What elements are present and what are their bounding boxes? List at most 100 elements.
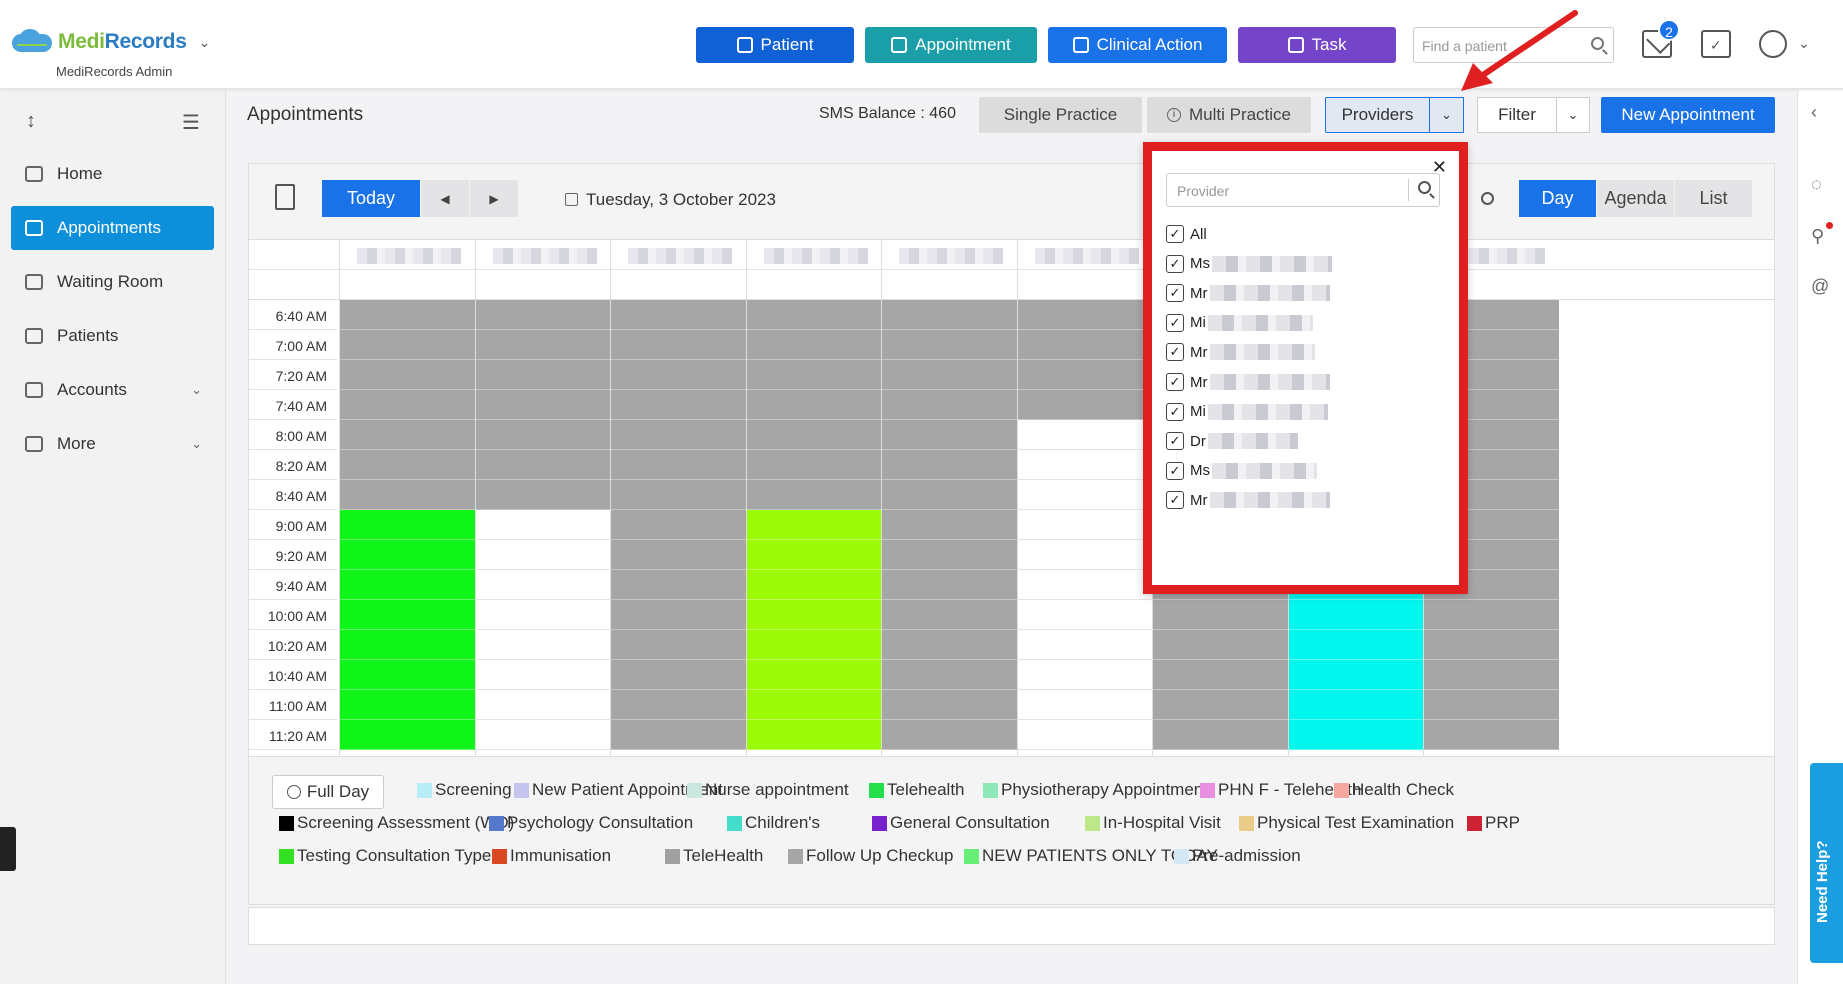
time-slot[interactable] — [475, 480, 610, 510]
time-slot[interactable] — [882, 420, 1017, 450]
time-slot[interactable] — [882, 690, 1017, 720]
time-slot[interactable] — [340, 420, 475, 450]
provider-option[interactable]: ✓ Mr — [1166, 341, 1315, 363]
time-slot[interactable] — [340, 630, 475, 660]
time-slot[interactable] — [1424, 720, 1559, 750]
time-slot[interactable] — [340, 540, 475, 570]
checkbox-checked-icon[interactable]: ✓ — [1166, 284, 1184, 303]
time-slot[interactable] — [882, 540, 1017, 570]
time-slot[interactable] — [746, 300, 881, 330]
time-slot[interactable] — [1153, 690, 1288, 720]
time-slot[interactable] — [882, 570, 1017, 600]
clinical-action-button[interactable]: Clinical Action — [1048, 27, 1227, 63]
provider-option[interactable]: ✓ Ms — [1166, 460, 1317, 482]
sidebar-item-patients[interactable]: Patients — [11, 314, 214, 358]
time-slot[interactable] — [882, 300, 1017, 330]
time-slot[interactable] — [611, 420, 746, 450]
time-slot[interactable] — [746, 510, 881, 540]
time-slot[interactable] — [611, 570, 746, 600]
time-slot[interactable] — [746, 360, 881, 390]
time-slot[interactable] — [746, 630, 881, 660]
side-tab[interactable] — [0, 827, 16, 871]
chevron-down-icon[interactable]: ⌄ — [1798, 35, 1810, 52]
time-slot[interactable] — [882, 510, 1017, 540]
time-slot[interactable] — [1153, 600, 1288, 630]
time-slot[interactable] — [475, 540, 610, 570]
provider-column[interactable] — [610, 300, 746, 756]
time-slot[interactable] — [882, 450, 1017, 480]
time-slot[interactable] — [611, 330, 746, 360]
time-slot[interactable] — [1017, 540, 1152, 570]
time-slot[interactable] — [1017, 720, 1152, 750]
time-slot[interactable] — [340, 330, 475, 360]
time-slot[interactable] — [340, 660, 475, 690]
time-slot[interactable] — [1017, 390, 1152, 420]
time-slot[interactable] — [611, 630, 746, 660]
provider-column[interactable] — [881, 300, 1017, 756]
checkbox-checked-icon[interactable]: ✓ — [1166, 461, 1184, 480]
tab-list[interactable]: List — [1675, 180, 1752, 217]
time-slot[interactable] — [1017, 570, 1152, 600]
time-slot[interactable] — [340, 600, 475, 630]
time-slot[interactable] — [1017, 300, 1152, 330]
time-slot[interactable] — [475, 450, 610, 480]
time-slot[interactable] — [1153, 660, 1288, 690]
sidebar-item-appointments[interactable]: Appointments — [11, 206, 214, 250]
checkbox-checked-icon[interactable]: ✓ — [1166, 402, 1184, 421]
sidebar-item-waiting-room[interactable]: Waiting Room — [11, 260, 214, 304]
at-sign-icon[interactable]: @ — [1811, 276, 1831, 296]
time-slot[interactable] — [611, 540, 746, 570]
time-slot[interactable] — [611, 510, 746, 540]
provider-column[interactable] — [474, 300, 610, 756]
time-slot[interactable] — [1017, 510, 1152, 540]
sidebar-item-more[interactable]: More ⌄ — [11, 422, 214, 466]
time-slot[interactable] — [746, 390, 881, 420]
time-slot[interactable] — [611, 390, 746, 420]
app-logo[interactable]: MediRecords ⌄ — [12, 29, 211, 54]
time-slot[interactable] — [1424, 600, 1559, 630]
user-avatar-icon[interactable] — [1759, 30, 1787, 58]
time-slot[interactable] — [746, 570, 881, 600]
time-slot[interactable] — [340, 390, 475, 420]
current-date[interactable]: Tuesday, 3 October 2023 — [565, 190, 776, 210]
provider-column[interactable] — [745, 300, 881, 756]
single-practice-button[interactable]: Single Practice — [979, 97, 1142, 133]
time-slot[interactable] — [340, 720, 475, 750]
search-icon[interactable] — [1472, 180, 1504, 217]
full-day-button[interactable]: Full Day — [272, 775, 384, 809]
time-slot[interactable] — [1288, 690, 1423, 720]
checkbox-checked-icon[interactable]: ✓ — [1166, 373, 1184, 391]
time-slot[interactable] — [1153, 630, 1288, 660]
chevron-down-icon[interactable]: ⌄ — [199, 34, 211, 51]
checkbox-checked-icon[interactable]: ✓ — [1166, 254, 1184, 273]
time-slot[interactable] — [340, 570, 475, 600]
provider-column-header[interactable] — [492, 248, 597, 264]
time-slot[interactable] — [611, 300, 746, 330]
checkbox-checked-icon[interactable]: ✓ — [1166, 491, 1184, 510]
time-slot[interactable] — [746, 690, 881, 720]
provider-option-all[interactable]: ✓ All — [1166, 223, 1207, 245]
time-slot[interactable] — [1288, 630, 1423, 660]
chevron-left-icon[interactable]: ‹ — [1811, 102, 1831, 122]
time-slot[interactable] — [1424, 630, 1559, 660]
pdf-export-icon[interactable] — [275, 184, 295, 210]
time-slot[interactable] — [340, 510, 475, 540]
provider-column-header[interactable] — [899, 248, 1003, 264]
time-slot[interactable] — [1017, 660, 1152, 690]
time-slot[interactable] — [475, 660, 610, 690]
provider-option[interactable]: ✓ Mi — [1166, 401, 1328, 423]
time-slot[interactable] — [1017, 420, 1152, 450]
calendar-grid[interactable]: 6:40 AM 7:00 AM 7:20 AM 7:40 AM 8:00 AM 8:20 … — [249, 239, 1774, 756]
task-button[interactable]: Task — [1238, 27, 1396, 63]
checkbox-checked-icon[interactable]: ✓ — [1166, 432, 1184, 451]
providers-button[interactable]: Providers — [1325, 97, 1430, 133]
checkbox-checked-icon[interactable]: ✓ — [1166, 313, 1184, 332]
patient-button[interactable]: Patient — [696, 27, 854, 63]
time-slot[interactable] — [611, 690, 746, 720]
provider-option[interactable]: ✓ Mr — [1166, 371, 1330, 393]
pin-icon[interactable]: ⚲ — [1811, 226, 1831, 246]
today-button[interactable]: Today — [322, 180, 420, 217]
time-slot[interactable] — [475, 420, 610, 450]
time-slot[interactable] — [746, 330, 881, 360]
need-help-button[interactable]: Need Help? — [1810, 763, 1843, 963]
